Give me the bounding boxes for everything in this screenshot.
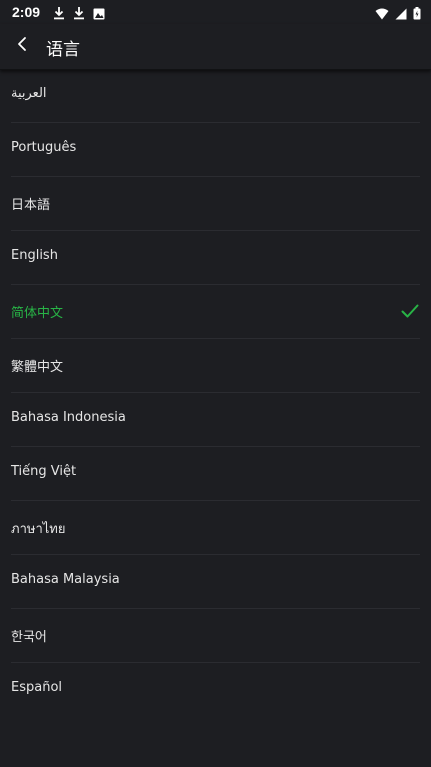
language-label: العربية: [11, 86, 47, 101]
language-label: ภาษาไทย: [11, 522, 66, 537]
language-item-thai[interactable]: ภาษาไทย: [11, 501, 420, 555]
language-label: 한국어: [11, 630, 47, 645]
status-bar: 2:09: [0, 0, 431, 24]
status-system-icons: [375, 5, 421, 24]
wifi-icon: [375, 5, 389, 24]
language-item-portuguese[interactable]: Português: [11, 123, 420, 177]
language-item-simplified-chinese[interactable]: 简体中文: [11, 285, 420, 339]
download-icon: [53, 5, 65, 24]
language-item-traditional-chinese[interactable]: 繁體中文: [11, 339, 420, 393]
language-item-japanese[interactable]: 日本語: [11, 177, 420, 231]
signal-icon: [395, 5, 407, 24]
status-notification-icons: [53, 5, 105, 24]
back-arrow-icon: [15, 36, 29, 56]
language-list: العربية Português 日本語 English 简体中文 繁體中文 …: [0, 69, 431, 717]
language-item-indonesian[interactable]: Bahasa Indonesia: [11, 393, 420, 447]
battery-icon: [413, 5, 421, 24]
language-item-malay[interactable]: Bahasa Malaysia: [11, 555, 420, 609]
checkmark-icon: [400, 301, 420, 321]
language-label: Português: [11, 140, 77, 155]
page-title: 语言: [46, 40, 80, 60]
language-label: 繁體中文: [11, 360, 64, 375]
download-icon: [73, 5, 85, 24]
language-item-korean[interactable]: 한국어: [11, 609, 420, 663]
language-item-spanish[interactable]: Español: [11, 663, 420, 717]
language-label: Bahasa Malaysia: [11, 572, 120, 587]
language-label: 日本語: [11, 198, 51, 213]
language-label: Español: [11, 680, 63, 695]
language-item-vietnamese[interactable]: Tiếng Việt: [11, 447, 420, 501]
photo-icon: [93, 5, 105, 24]
language-label: 简体中文: [11, 306, 64, 321]
app-bar: 语言: [0, 24, 431, 70]
language-item-english[interactable]: English: [11, 231, 420, 285]
back-button[interactable]: [10, 34, 34, 58]
language-label: Bahasa Indonesia: [11, 410, 126, 425]
language-label: English: [11, 248, 58, 263]
language-item-arabic[interactable]: العربية: [11, 69, 420, 123]
status-time: 2:09: [12, 4, 41, 20]
language-label: Tiếng Việt: [11, 464, 77, 479]
